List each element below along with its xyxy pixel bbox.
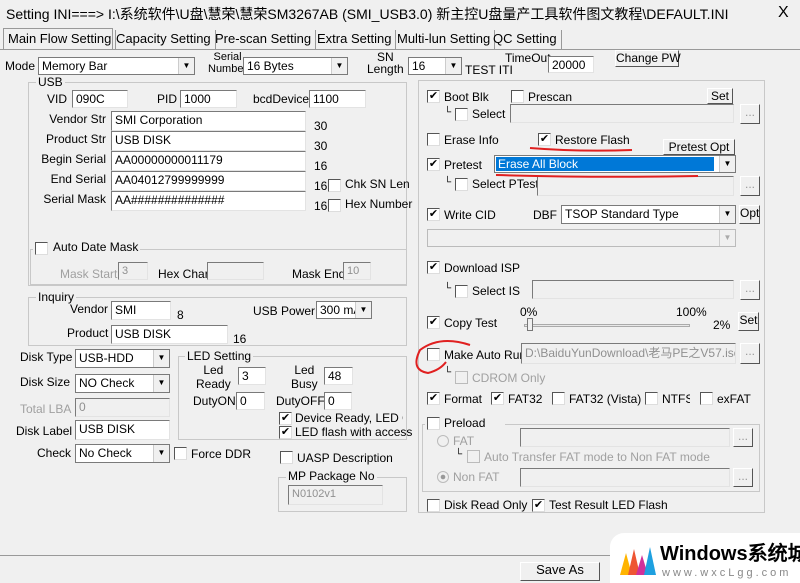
restore-flash-underline	[529, 147, 633, 152]
make-auto-run-circle	[415, 340, 471, 375]
pretest-underline	[495, 174, 699, 178]
red-annotations	[415, 147, 699, 375]
